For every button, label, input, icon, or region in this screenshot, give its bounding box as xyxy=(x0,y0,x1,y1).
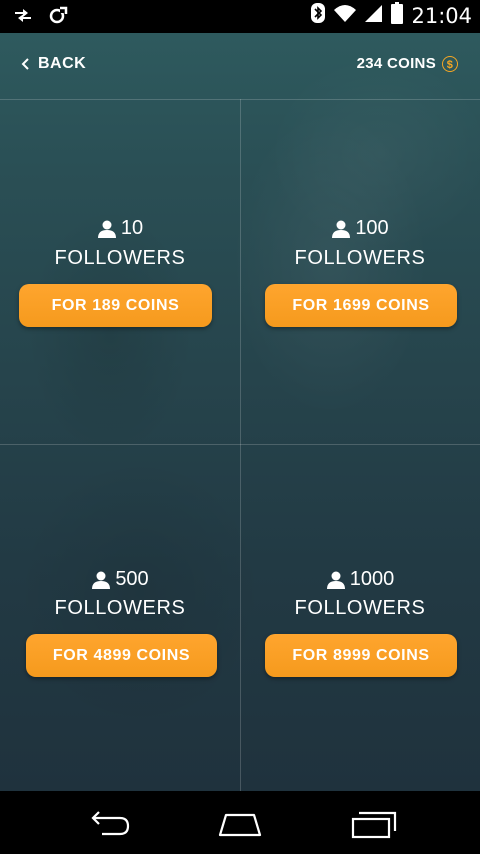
user-icon xyxy=(326,571,345,589)
nav-home-button[interactable] xyxy=(216,809,264,839)
sync-icon xyxy=(48,5,68,30)
follower-count: 10 xyxy=(0,217,240,240)
status-bar: 21:04 xyxy=(0,0,480,33)
screen: 21:04 BACK 234 COINS $ 10 FOLLOWERS FOR … xyxy=(0,0,480,854)
follower-count: 1000 xyxy=(240,568,480,591)
user-icon xyxy=(92,571,111,589)
nav-back-button[interactable] xyxy=(84,809,132,839)
wifi-icon xyxy=(333,3,357,28)
back-button[interactable]: BACK xyxy=(20,55,86,73)
navigation-bar xyxy=(0,791,480,854)
coin-balance: 234 COINS $ xyxy=(357,55,458,72)
buy-100-followers-button[interactable]: FOR 1699 COINS xyxy=(265,284,457,327)
back-label: BACK xyxy=(38,55,87,72)
header: BACK 234 COINS $ xyxy=(0,33,480,99)
nav-home-icon xyxy=(218,813,262,837)
nav-recents-button[interactable] xyxy=(350,809,398,839)
followers-label: FOLLOWERS xyxy=(294,597,426,619)
bluetooth-icon xyxy=(311,2,326,29)
offer-tile: 100 FOLLOWERS FOR 1699 COINS xyxy=(240,99,480,445)
follower-count: 100 xyxy=(240,217,480,240)
nav-recents-icon xyxy=(351,811,397,839)
follower-count-value: 1000 xyxy=(349,568,395,590)
app-content: BACK 234 COINS $ 10 FOLLOWERS FOR 189 CO… xyxy=(0,33,480,791)
followers-label: FOLLOWERS xyxy=(54,597,186,619)
buy-1000-followers-button[interactable]: FOR 8999 COINS xyxy=(265,634,457,677)
user-icon xyxy=(97,220,116,238)
battery-icon xyxy=(391,2,404,29)
offer-tile: 500 FOLLOWERS FOR 4899 COINS xyxy=(0,445,240,791)
follower-count-value: 100 xyxy=(355,217,389,239)
follower-count: 500 xyxy=(0,568,240,591)
signal-icon xyxy=(365,3,383,28)
buy-10-followers-button[interactable]: FOR 189 COINS xyxy=(19,284,212,327)
follower-count-value: 500 xyxy=(115,568,149,590)
followers-label: FOLLOWERS xyxy=(54,247,186,269)
user-icon xyxy=(332,220,351,238)
coin-icon: $ xyxy=(442,55,458,72)
offer-tile: 1000 FOLLOWERS FOR 8999 COINS xyxy=(240,445,480,791)
follower-count-value: 10 xyxy=(120,217,144,239)
buy-500-followers-button[interactable]: FOR 4899 COINS xyxy=(26,634,217,677)
followers-label: FOLLOWERS xyxy=(294,247,426,269)
coin-balance-label: 234 COINS xyxy=(356,55,436,72)
transfer-icon xyxy=(12,6,34,29)
chevron-left-icon xyxy=(21,58,29,70)
offer-tile: 10 FOLLOWERS FOR 189 COINS xyxy=(0,99,240,445)
nav-back-icon xyxy=(91,811,130,836)
clock: 21:04 xyxy=(411,3,472,28)
